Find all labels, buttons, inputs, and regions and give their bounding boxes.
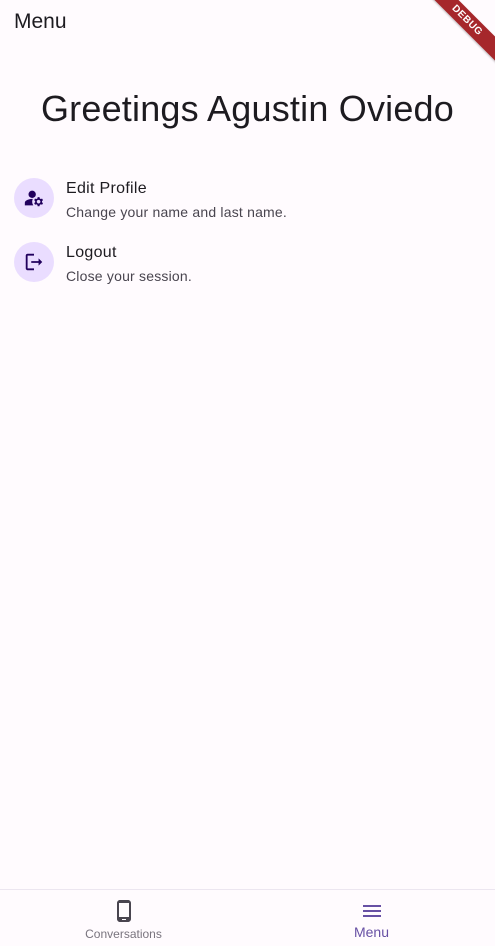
nav-label-conversations: Conversations [85,927,162,941]
edit-profile-subtitle: Change your name and last name. [66,204,287,220]
edit-profile-item[interactable]: Edit Profile Change your name and last n… [0,168,495,228]
logout-subtitle: Close your session. [66,268,192,284]
edit-profile-title: Edit Profile [66,180,147,197]
app-bar-title: Menu [14,10,67,33]
greeting-heading: Greetings Agustin Oviedo [40,88,455,129]
edit-profile-avatar [14,178,54,218]
nav-item-menu[interactable]: Menu [248,890,495,946]
app-bar: Menu [0,0,495,45]
manage-accounts-icon [24,190,44,207]
app-screen: Menu DEBUG Greetings Agustin Oviedo Edit… [0,0,495,946]
bottom-navigation-bar: Conversations Menu [0,889,495,946]
nav-label-menu: Menu [353,924,390,940]
logout-icon [25,253,43,271]
phone-android-icon [116,900,131,922]
menu-icon [362,905,381,917]
logout-avatar [14,242,54,282]
nav-item-conversations[interactable]: Conversations [0,890,247,946]
logout-title: Logout [66,244,117,261]
logout-item[interactable]: Logout Close your session. [0,232,495,292]
